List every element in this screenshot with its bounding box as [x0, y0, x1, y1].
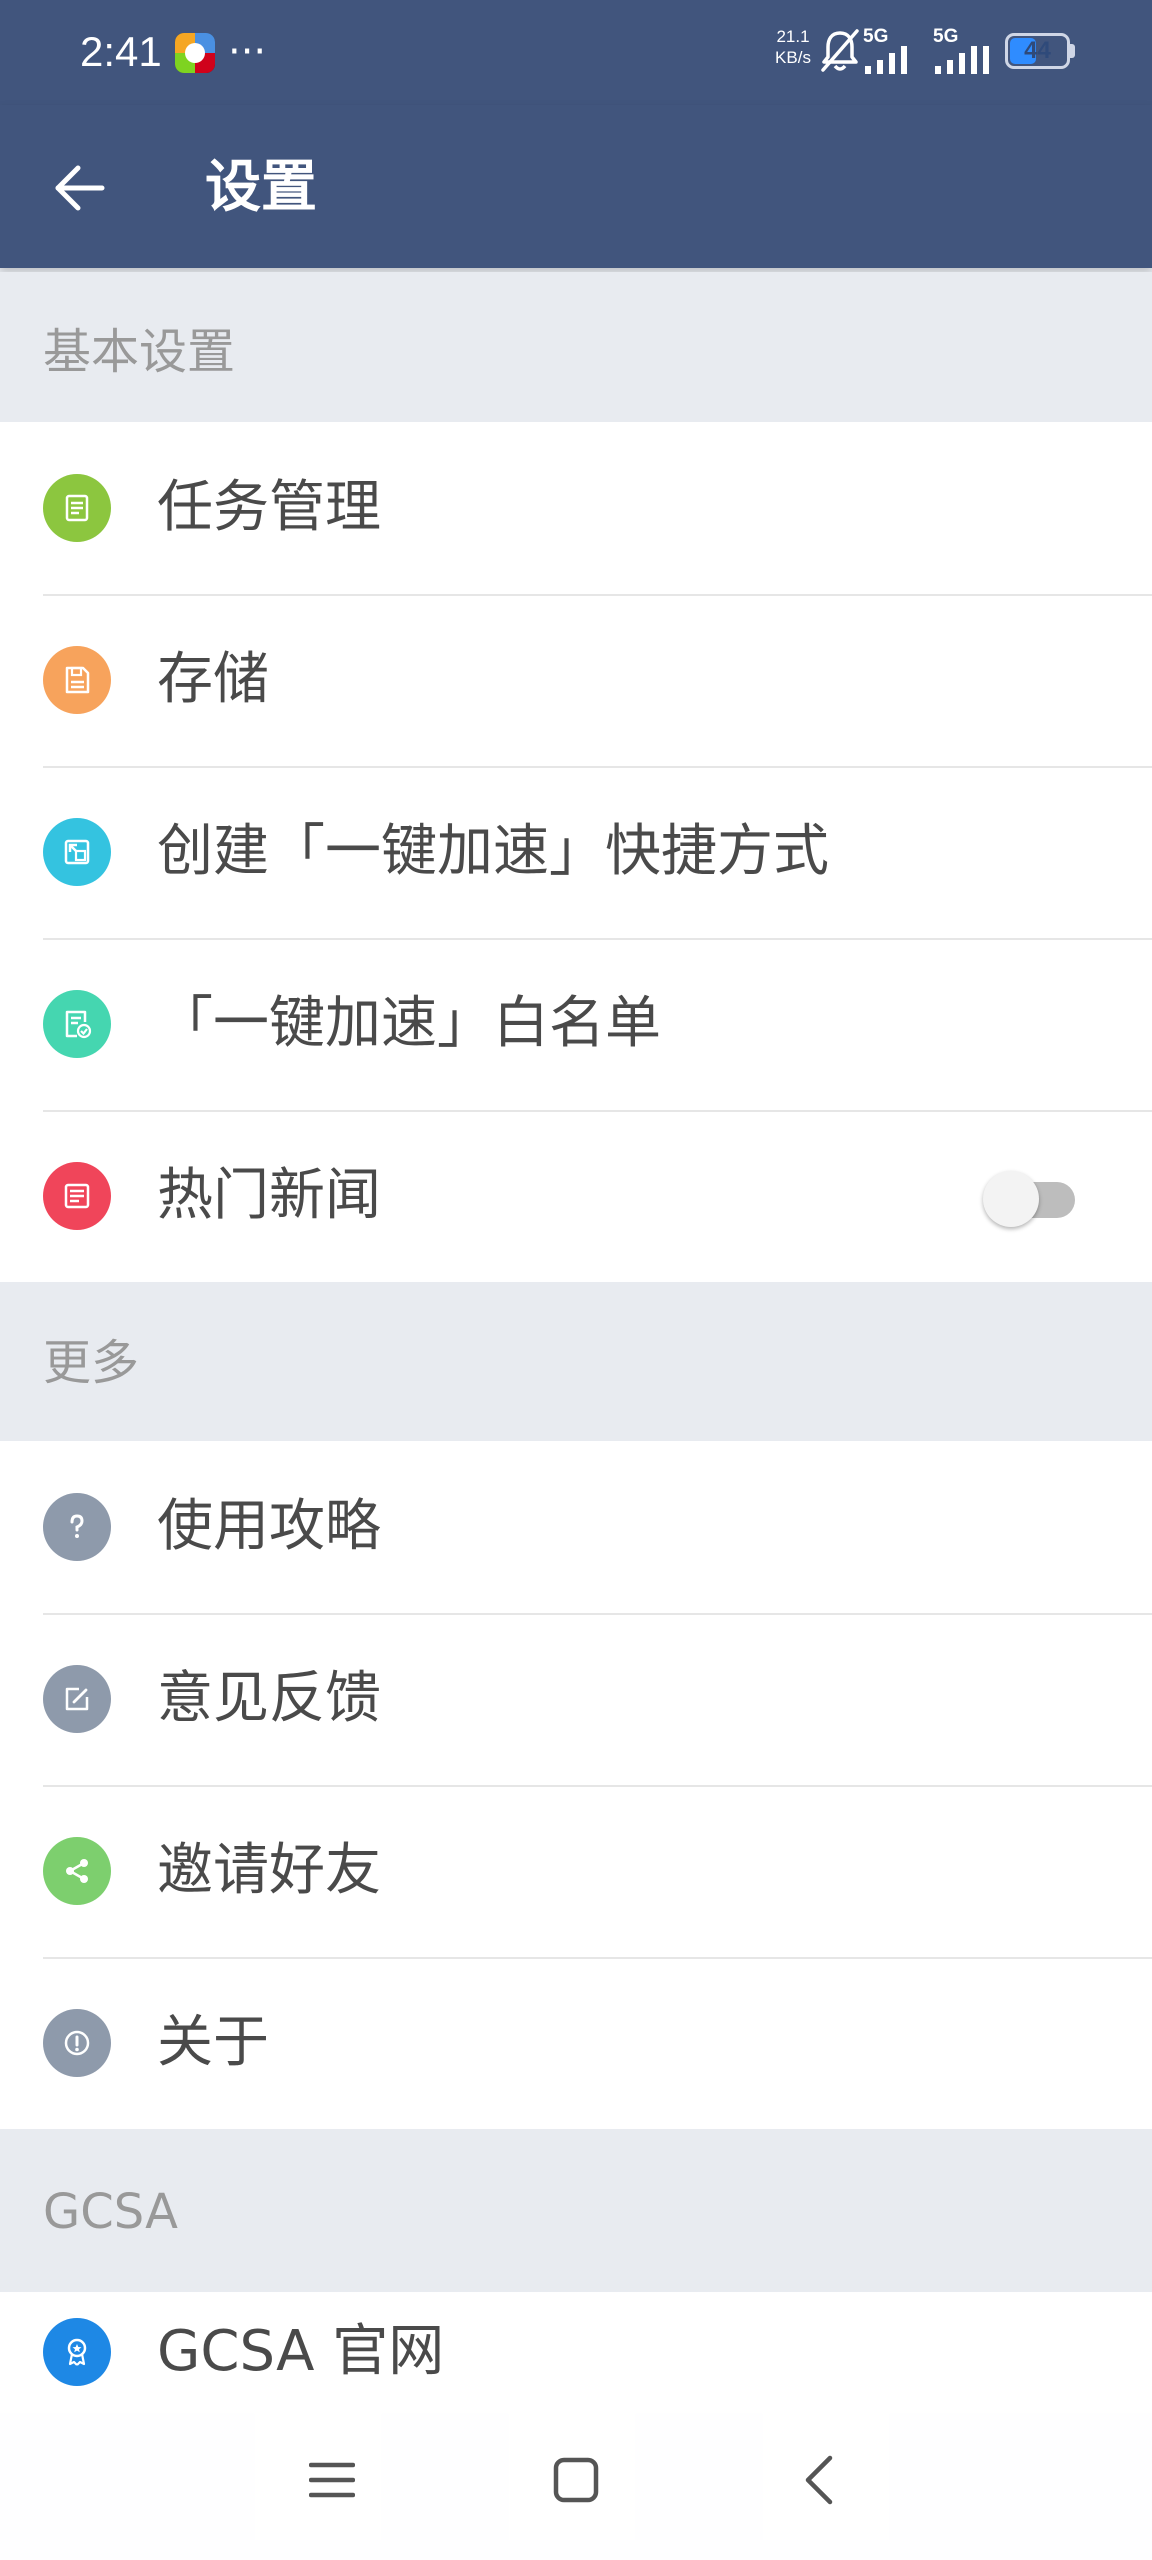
network-speed-value: 21.1: [776, 27, 810, 46]
menu-icon[interactable]: [297, 2445, 367, 2515]
section-header-basic: 基本设置: [0, 272, 1152, 422]
page-title: 设置: [205, 155, 317, 220]
floppy-disk-icon: [43, 646, 111, 714]
share-icon: [43, 1837, 111, 1905]
award-badge-icon: [43, 2318, 111, 2386]
more-list: 使用攻略 意见反馈 邀请好友 关于: [0, 1441, 1152, 2129]
settings-item-create-shortcut[interactable]: 创建「一键加速」快捷方式: [0, 766, 1152, 938]
settings-item-storage[interactable]: 存储: [0, 594, 1152, 766]
settings-item-label: 意见反馈: [157, 1666, 381, 1731]
section-header-gcsa: GCSA: [0, 2137, 1152, 2287]
network-speed-unit: KB/s: [775, 48, 811, 67]
settings-item-label: 存储: [157, 647, 269, 712]
back-chevron-icon[interactable]: [785, 2445, 855, 2515]
arrow-left-icon[interactable]: [50, 158, 110, 218]
settings-item-guide[interactable]: 使用攻略: [0, 1441, 1152, 1613]
shortcut-icon: [43, 818, 111, 886]
settings-item-about[interactable]: 关于: [0, 1957, 1152, 2129]
battery-icon: 44: [1005, 33, 1070, 69]
gcsa-list: GCSA 官网: [0, 2292, 1152, 2412]
app-notification-icon: [175, 33, 215, 73]
whitelist-icon: [43, 990, 111, 1058]
settings-item-task-management[interactable]: 任务管理: [0, 422, 1152, 594]
info-icon: [43, 2009, 111, 2077]
settings-item-invite-friends[interactable]: 邀请好友: [0, 1785, 1152, 1957]
signal-5g-icon-2: 5G: [933, 26, 998, 76]
settings-item-label: 创建「一键加速」快捷方式: [157, 819, 829, 884]
settings-item-label: 使用攻略: [157, 1494, 381, 1559]
home-square-icon[interactable]: [541, 2445, 611, 2515]
edit-icon: [43, 1665, 111, 1733]
basic-settings-list: 任务管理 存储 创建「一键加速」快捷方式 「一键加速」白名单 热门新闻: [0, 422, 1152, 1282]
task-list-icon: [43, 474, 111, 542]
settings-item-label: 邀请好友: [157, 1838, 381, 1903]
signal-5g-icon: 5G: [863, 26, 923, 76]
settings-item-label: 热门新闻: [157, 1163, 381, 1228]
app-bar: 设置: [0, 105, 1152, 268]
battery-level: 44: [1024, 37, 1051, 64]
hot-news-toggle[interactable]: [983, 1167, 1075, 1227]
bell-muted-icon: [821, 29, 859, 72]
news-icon: [43, 1162, 111, 1230]
settings-item-gcsa-website[interactable]: GCSA 官网: [0, 2292, 1152, 2412]
system-navigation-bar: [0, 2400, 1152, 2560]
settings-item-label: GCSA 官网: [157, 2319, 445, 2384]
question-icon: [43, 1493, 111, 1561]
network-speed: 21.1 KB/s: [768, 26, 818, 68]
more-notifications-icon: ···: [228, 29, 267, 75]
settings-item-label: 关于: [157, 2010, 269, 2075]
settings-item-hot-news[interactable]: 热门新闻: [0, 1110, 1152, 1282]
status-bar: 2:41 ··· 21.1 KB/s 5G 5G 44: [0, 0, 1152, 105]
settings-item-feedback[interactable]: 意见反馈: [0, 1613, 1152, 1785]
settings-item-whitelist[interactable]: 「一键加速」白名单: [0, 938, 1152, 1110]
settings-item-label: 任务管理: [157, 475, 381, 540]
section-header-more: 更多: [0, 1283, 1152, 1433]
settings-item-label: 「一键加速」白名单: [157, 991, 661, 1056]
status-time: 2:41: [80, 28, 162, 75]
